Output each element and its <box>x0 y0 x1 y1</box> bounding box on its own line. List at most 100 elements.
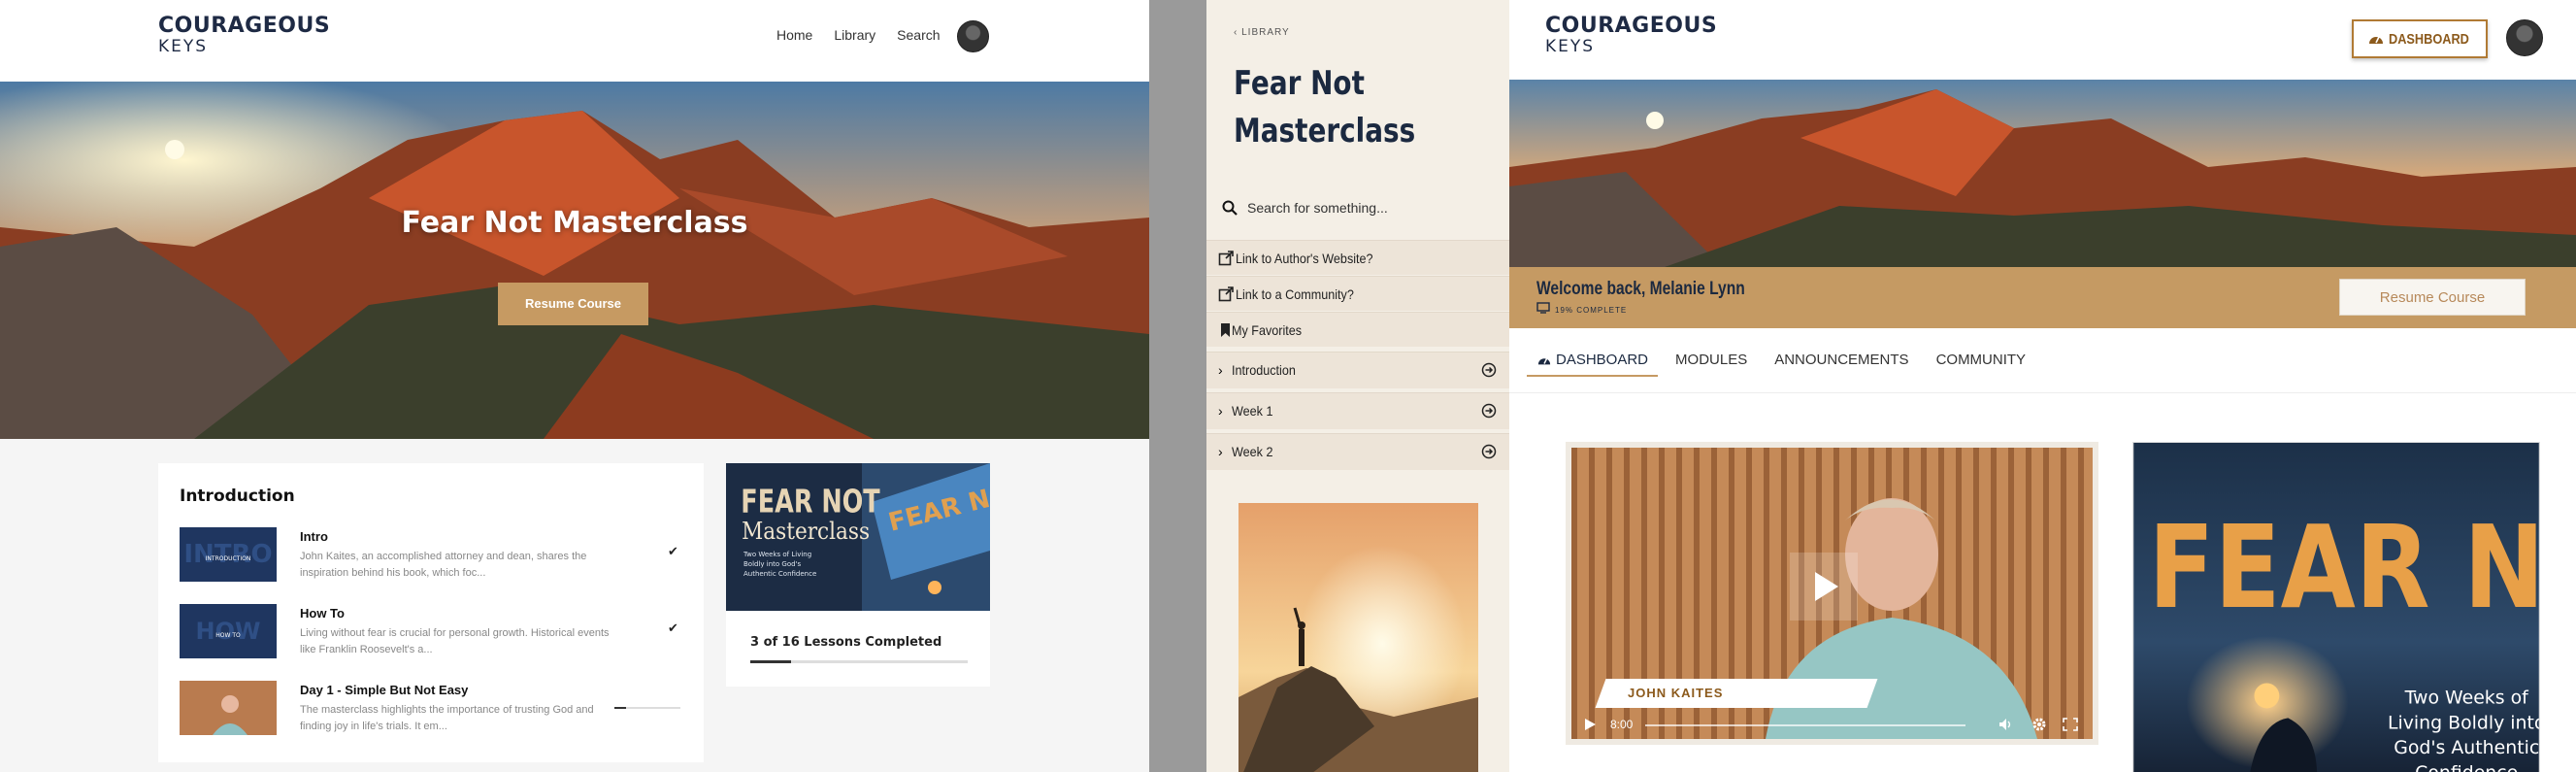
course-cover-image: FEAR NOT Masterclass FEAR NOT Two Weeks … <box>726 463 990 611</box>
video-player[interactable]: JOHN KAITES 8:00 <box>1571 448 2093 739</box>
tab-bar: DASHBOARD MODULES ANNOUNCEMENTS COMMUNIT… <box>1527 342 2043 377</box>
lesson-thumbnail <box>180 681 277 735</box>
video-card: JOHN KAITES 8:00 <box>1566 442 2098 745</box>
top-nav: Home Library Search <box>776 27 941 43</box>
play-button[interactable] <box>1790 553 1858 621</box>
external-link-icon <box>1218 251 1234 266</box>
gauge-icon <box>2369 36 2383 44</box>
check-icon: ✔ <box>668 621 678 635</box>
module-introduction[interactable]: › Introduction <box>1206 352 1509 388</box>
lesson-thumbnail: HOW HOW TO <box>180 604 277 658</box>
brand-logo[interactable]: COURAGEOUS KEYS <box>1545 16 1717 55</box>
link-label: Link to Author's Website? <box>1236 251 1373 266</box>
top-header: COURAGEOUS KEYS Home Library Search <box>0 0 1149 82</box>
volume-icon[interactable] <box>1998 718 2014 731</box>
module-week-1[interactable]: › Week 1 <box>1206 392 1509 429</box>
mountain-image <box>1509 80 2576 267</box>
module-label: Introduction <box>1232 362 1296 378</box>
course-cover-image: FEAR NOT Two Weeks of Living Boldly into… <box>2132 442 2540 772</box>
arrow-circle-right-icon[interactable] <box>1481 362 1497 378</box>
tab-label: MODULES <box>1675 352 1748 368</box>
play-icon <box>1815 572 1838 601</box>
section-title: Introduction <box>180 487 295 506</box>
svg-text:Authentic Confidence: Authentic Confidence <box>743 570 816 578</box>
module-week-2[interactable]: › Week 2 <box>1206 433 1509 470</box>
avatar[interactable] <box>957 20 989 52</box>
module-label: Week 2 <box>1232 444 1273 459</box>
speaker-lower-third: JOHN KAITES <box>1595 679 1878 708</box>
back-to-library-link[interactable]: ‹ LIBRARY <box>1234 27 1290 38</box>
link-label: Link to a Community? <box>1236 286 1354 302</box>
course-sidebar-screen: ‹ LIBRARY Fear Not Masterclass Search fo… <box>1206 0 1509 772</box>
gear-icon[interactable] <box>2031 717 2047 732</box>
summit-image <box>1238 503 1478 772</box>
svg-text:Living Boldly into: Living Boldly into <box>2388 712 2540 733</box>
svg-text:Confidence: Confidence <box>2415 762 2518 772</box>
arrow-circle-right-icon[interactable] <box>1481 403 1497 419</box>
resume-course-button[interactable]: Resume Course <box>498 283 648 325</box>
module-label: Week 1 <box>1232 403 1273 419</box>
play-icon[interactable] <box>1583 718 1597 731</box>
link-label: My Favorites <box>1232 322 1303 338</box>
lesson-item[interactable]: Day 1 - Simple But Not Easy The mastercl… <box>180 681 684 739</box>
tab-label: DASHBOARD <box>1556 352 1649 368</box>
lesson-title: Day 1 - Simple But Not Easy <box>300 683 469 697</box>
link-author-website[interactable]: Link to Author's Website? <box>1206 240 1509 275</box>
cover-subtitle: Two Weeks of Living <box>743 551 811 558</box>
cover-title-2: Masterclass <box>742 519 870 545</box>
external-link-icon <box>1218 286 1234 302</box>
dashboard-button[interactable]: DASHBOARD <box>2352 19 2488 58</box>
tab-modules[interactable]: MODULES <box>1666 342 1757 377</box>
monitor-icon <box>1536 302 1550 314</box>
resume-course-button[interactable]: Resume Course <box>2339 279 2526 316</box>
lesson-item[interactable]: INTRO INTRODUCTION Intro John Kaites, an… <box>180 527 684 586</box>
avatar[interactable] <box>2506 19 2543 56</box>
tab-label: ANNOUNCEMENTS <box>1774 352 1909 368</box>
search-field[interactable]: Search for something... <box>1222 192 1503 225</box>
tab-announcements[interactable]: ANNOUNCEMENTS <box>1765 342 1918 377</box>
nav-library[interactable]: Library <box>834 27 875 43</box>
lesson-title: Intro <box>300 529 328 544</box>
brand-line1: COURAGEOUS <box>1545 14 1718 38</box>
fullscreen-icon[interactable] <box>2063 718 2078 731</box>
lesson-desc: John Kaites, an accomplished attorney an… <box>300 551 587 579</box>
welcome-text: Welcome back, Melanie Lynn <box>1536 279 1745 299</box>
nav-search[interactable]: Search <box>897 27 940 43</box>
video-time: 8:00 <box>1610 718 1634 731</box>
my-favorites-link[interactable]: My Favorites <box>1206 312 1509 347</box>
search-placeholder: Search for something... <box>1247 200 1388 216</box>
hero-banner <box>1509 80 2576 267</box>
svg-text:Boldly into God's: Boldly into God's <box>743 560 801 568</box>
welcome-bar: Welcome back, Melanie Lynn 19% COMPLETE … <box>1509 267 2576 328</box>
brand-line2: KEYS <box>1545 37 1596 56</box>
link-community[interactable]: Link to a Community? <box>1206 276 1509 311</box>
completion-text: 19% COMPLETE <box>1555 306 1628 315</box>
course-landing-screen: COURAGEOUS KEYS Home Library Search Fear… <box>0 0 1149 772</box>
nav-home[interactable]: Home <box>776 27 812 43</box>
lesson-item[interactable]: HOW HOW TO How To Living without fear is… <box>180 604 684 662</box>
search-icon <box>1222 200 1238 216</box>
lesson-desc: Living without fear is crucial for perso… <box>300 627 610 655</box>
course-card[interactable]: FEAR NOT Masterclass FEAR NOT Two Weeks … <box>726 463 990 687</box>
tab-dashboard[interactable]: DASHBOARD <box>1527 342 1659 377</box>
speaker-name: JOHN KAITES <box>1628 686 1724 700</box>
svg-text:God's Authentic: God's Authentic <box>2394 737 2539 758</box>
back-label: LIBRARY <box>1241 27 1290 38</box>
svg-text:HOW: HOW <box>196 618 261 645</box>
hero-banner: Fear Not Masterclass Resume Course <box>0 82 1149 439</box>
lesson-thumbnail: INTRO INTRODUCTION <box>180 527 277 582</box>
course-title: Fear Not Masterclass <box>1234 64 1416 151</box>
lessons-card: Introduction INTRO INTRODUCTION Intro Jo… <box>158 463 704 762</box>
video-scrubber[interactable] <box>1645 724 1965 726</box>
thumb-text: HOW TO <box>215 632 241 639</box>
arrow-circle-right-icon[interactable] <box>1481 444 1497 459</box>
course-progress-bar <box>750 660 968 663</box>
hero-title: Fear Not Masterclass <box>401 206 748 240</box>
course-dashboard-screen: COURAGEOUS KEYS DASHBOARD Welcome back, … <box>1509 0 2576 772</box>
cover-title-1: FEAR NOT <box>741 483 879 520</box>
lessons-completed-text: 3 of 16 Lessons Completed <box>750 635 942 650</box>
brand-logo[interactable]: COURAGEOUS KEYS <box>158 16 330 55</box>
tab-community[interactable]: COMMUNITY <box>1927 342 2036 377</box>
mountain-image <box>0 82 1149 439</box>
lesson-desc: The masterclass highlights the importanc… <box>300 704 594 732</box>
